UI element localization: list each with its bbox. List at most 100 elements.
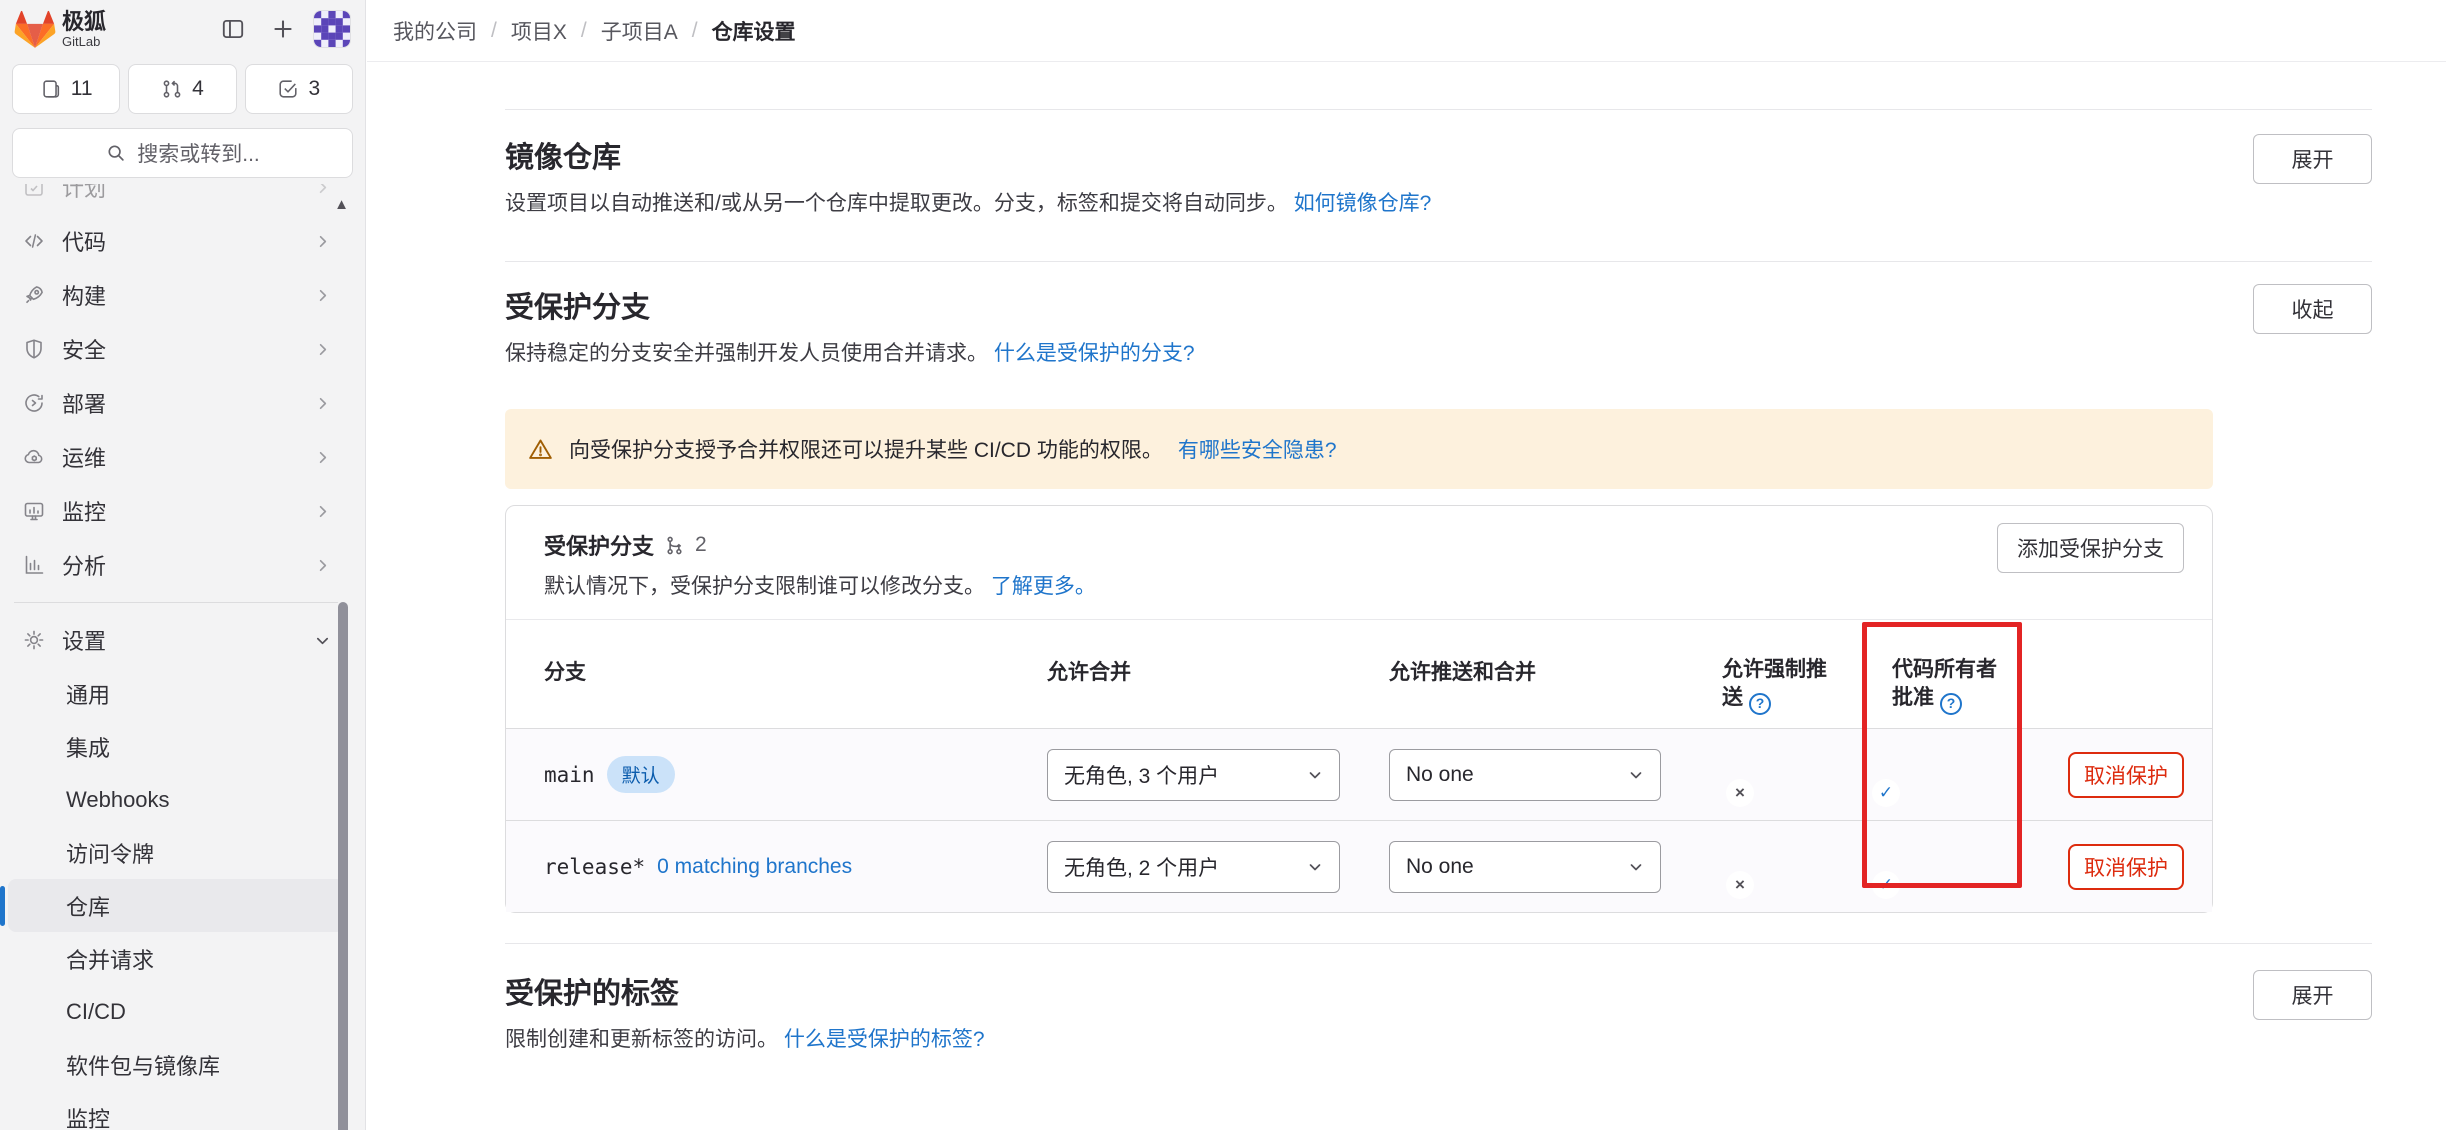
unprotect-button[interactable]: 取消保护 <box>2068 752 2184 798</box>
protected-branches-section: 受保护分支 保持稳定的分支安全并强制开发人员使用合并请求。 什么是受保护的分支?… <box>505 284 2372 367</box>
search-input[interactable]: 搜索或转到... <box>12 128 353 178</box>
branch-icon <box>664 535 685 556</box>
sidebar-item-build[interactable]: 构建 <box>8 268 344 322</box>
calendar-icon <box>22 184 46 199</box>
sidebar-item-analyze[interactable]: 分析 <box>8 538 344 592</box>
tanuki-logo-icon <box>14 9 56 49</box>
breadcrumb: 我的公司 / 项目X / 子项目A / 仓库设置 <box>367 0 2446 62</box>
sidebar-item-webhooks[interactable]: Webhooks <box>8 773 344 826</box>
protected-branches-description: 保持稳定的分支安全并强制开发人员使用合并请求。 <box>505 342 988 365</box>
protected-branches-count: 2 <box>695 533 707 557</box>
card-title: 受保护分支 <box>544 529 654 561</box>
protected-branches-collapse-button[interactable]: 收起 <box>2253 284 2372 334</box>
gear-icon <box>22 628 46 652</box>
sidebar-toggle-icon[interactable] <box>213 9 253 49</box>
sidebar-item-plan[interactable]: 计划 <box>8 184 344 214</box>
search-icon <box>105 142 127 164</box>
column-header-allowed-to-merge: 允许合并 <box>1047 656 1389 686</box>
chevron-right-icon <box>315 288 330 303</box>
main-content: 镜像仓库 设置项目以自动推送和/或从另一个仓库中提取更改。分支，标签和提交将自动… <box>367 63 2446 1130</box>
todos-count: 3 <box>308 77 320 101</box>
mirror-repo-description: 设置项目以自动推送和/或从另一个仓库中提取更改。分支，标签和提交将自动同步。 <box>505 192 1288 215</box>
todo-check-icon <box>277 78 299 100</box>
mirror-repo-section: 镜像仓库 设置项目以自动推送和/或从另一个仓库中提取更改。分支，标签和提交将自动… <box>505 134 2372 217</box>
shield-icon <box>22 337 46 361</box>
chevron-down-icon <box>315 633 330 648</box>
protected-branches-card: 受保护分支 2 默认情况下，受保护分支限制谁可以修改分支。 了解更多。 添加受保… <box>505 505 2213 913</box>
table-header-row: 分支 允许合并 允许推送和合并 允许强制推送? 代码所有者批准? <box>506 620 2212 728</box>
protected-branches-title: 受保护分支 <box>505 284 1195 326</box>
column-header-allowed-to-push: 允许推送和合并 <box>1389 656 1722 686</box>
monitor-icon <box>22 499 46 523</box>
merge-requests-counter-button[interactable]: 4 <box>128 64 236 114</box>
help-question-icon[interactable]: ? <box>1749 693 1771 715</box>
sidebar-scrollbar-thumb[interactable] <box>338 602 348 1130</box>
user-avatar[interactable] <box>313 10 351 48</box>
unprotect-button[interactable]: 取消保护 <box>2068 844 2184 890</box>
chevron-right-icon <box>315 342 330 357</box>
breadcrumb-repo-settings: 仓库设置 <box>712 16 796 46</box>
allowed-to-merge-dropdown[interactable]: 无角色, 2 个用户 <box>1047 841 1340 893</box>
help-question-icon[interactable]: ? <box>1940 693 1962 715</box>
section-divider <box>505 109 2372 110</box>
warning-text: 向受保护分支授予合并权限还可以提升某些 CI/CD 功能的权限。 <box>569 434 1163 464</box>
warning-triangle-icon <box>527 436 554 463</box>
allowed-to-merge-dropdown[interactable]: 无角色, 3 个用户 <box>1047 749 1340 801</box>
breadcrumb-project-x[interactable]: 项目X <box>511 16 567 46</box>
sidebar-item-general[interactable]: 通用 <box>8 667 344 720</box>
merge-request-icon <box>161 78 183 100</box>
nav-separator <box>14 602 338 603</box>
brand-subtitle: GitLab <box>62 35 106 48</box>
default-badge: 默认 <box>607 756 675 793</box>
chevron-right-icon <box>315 396 330 411</box>
scroll-up-arrow-icon[interactable]: ▲ <box>334 196 349 213</box>
sidebar-item-integrations[interactable]: 集成 <box>8 720 344 773</box>
allowed-to-push-dropdown[interactable]: No one <box>1389 841 1661 893</box>
protected-branches-help-link[interactable]: 什么是受保护的分支? <box>994 342 1195 365</box>
sidebar-item-monitor-settings[interactable]: 监控 <box>8 1091 344 1130</box>
rocket-icon <box>22 283 46 307</box>
sidebar-item-operate[interactable]: 运维 <box>8 430 344 484</box>
add-protected-branch-button[interactable]: 添加受保护分支 <box>1997 523 2184 573</box>
sidebar-item-settings[interactable]: 设置 <box>8 613 344 667</box>
sidebar-item-monitor[interactable]: 监控 <box>8 484 344 538</box>
breadcrumb-subproject-a[interactable]: 子项目A <box>601 16 678 46</box>
sidebar-item-deploy[interactable]: 部署 <box>8 376 344 430</box>
allowed-to-push-dropdown[interactable]: No one <box>1389 749 1661 801</box>
mirror-repo-help-link[interactable]: 如何镜像仓库? <box>1294 192 1432 215</box>
section-divider <box>505 943 2372 944</box>
chevron-right-icon <box>315 558 330 573</box>
column-header-force-push: 允许强制推送? <box>1722 656 1842 715</box>
deploy-icon <box>22 391 46 415</box>
breadcrumb-company[interactable]: 我的公司 <box>393 16 477 46</box>
sidebar-item-cicd[interactable]: CI/CD <box>8 985 344 1038</box>
chart-icon <box>22 553 46 577</box>
chevron-down-icon <box>1307 859 1323 875</box>
protected-tags-expand-button[interactable]: 展开 <box>2253 970 2372 1020</box>
create-new-plus-icon[interactable] <box>263 9 303 49</box>
sidebar-item-access-tokens[interactable]: 访问令牌 <box>8 826 344 879</box>
sidebar-item-packages-registries[interactable]: 软件包与镜像库 <box>8 1038 344 1091</box>
sidebar: 极狐 GitLab <box>0 0 366 1130</box>
sidebar-item-merge-requests[interactable]: 合并请求 <box>8 932 344 985</box>
sidebar-item-repository[interactable]: 仓库 <box>8 879 344 932</box>
column-header-branch: 分支 <box>544 656 1047 686</box>
issues-counter-button[interactable]: 11 <box>12 64 120 114</box>
warning-help-link[interactable]: 有哪些安全隐患? <box>1178 434 1337 464</box>
learn-more-link[interactable]: 了解更多。 <box>991 575 1096 598</box>
mirror-expand-button[interactable]: 展开 <box>2253 134 2372 184</box>
chevron-down-icon <box>1628 859 1644 875</box>
branch-name: release* <box>544 855 645 879</box>
issues-count: 11 <box>71 77 93 101</box>
protected-tags-help-link[interactable]: 什么是受保护的标签? <box>784 1028 985 1051</box>
cloud-icon <box>22 445 46 469</box>
protected-tags-description: 限制创建和更新标签的访问。 <box>505 1028 778 1051</box>
mirror-repo-title: 镜像仓库 <box>505 134 1431 176</box>
todos-counter-button[interactable]: 3 <box>245 64 353 114</box>
gitlab-logo[interactable]: 极狐 GitLab <box>14 9 106 49</box>
sidebar-item-code[interactable]: 代码 <box>8 214 344 268</box>
matching-branches-link[interactable]: 0 matching branches <box>657 855 852 879</box>
table-row: release* 0 matching branches 无角色, 2 个用户 … <box>506 820 2212 912</box>
sidebar-item-security[interactable]: 安全 <box>8 322 344 376</box>
code-icon <box>22 229 46 253</box>
